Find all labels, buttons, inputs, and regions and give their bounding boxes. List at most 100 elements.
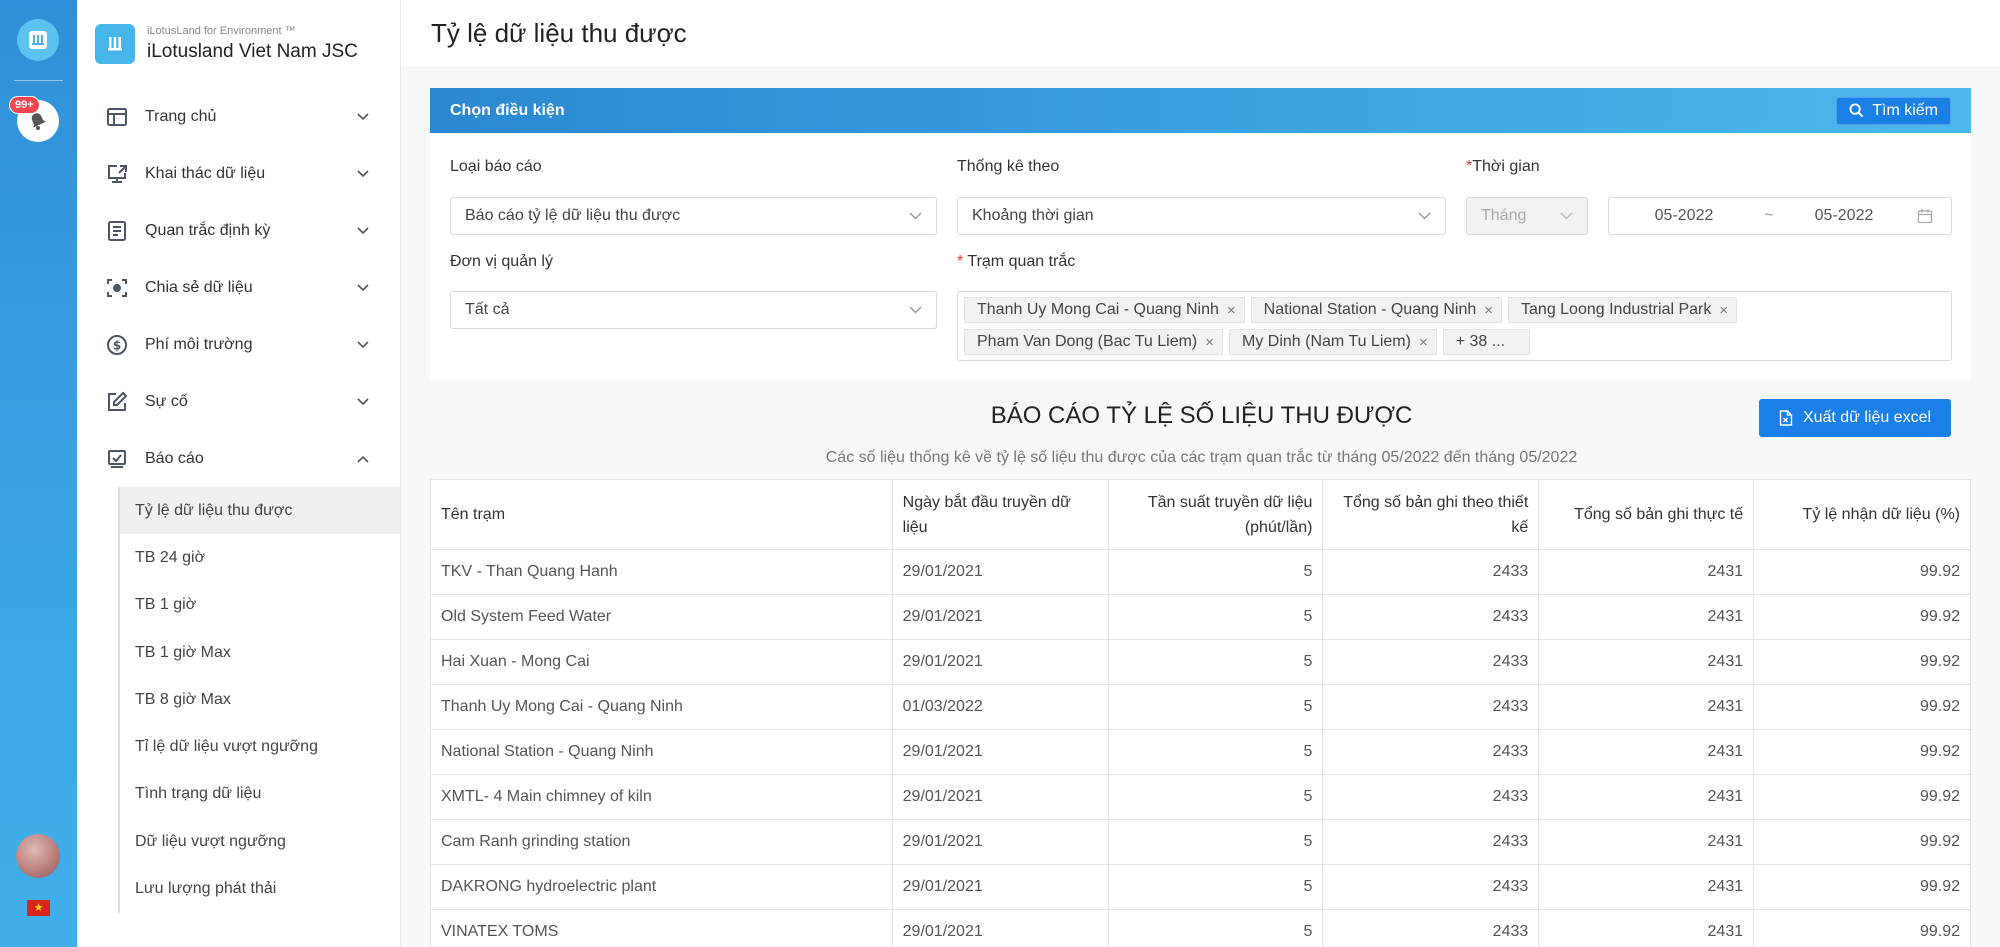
more-stations-tag[interactable]: + 38 ... <box>1442 329 1531 355</box>
menu-item-data-sharing[interactable]: Chia sẻ dữ liệu <box>77 259 400 316</box>
report-submenu: Tỷ lệ dữ liệu thu được TB 24 giờ TB 1 gi… <box>118 487 400 913</box>
actual-records-cell: 2431 <box>1538 684 1755 730</box>
designed-records-cell: 2433 <box>1322 819 1540 865</box>
designed-records-cell: 2433 <box>1322 909 1540 947</box>
report-type-select[interactable]: Báo cáo tỷ lệ dữ liệu thu được <box>450 197 937 235</box>
date-to[interactable]: 05-2022 <box>1779 207 1909 225</box>
actual-records-cell: 2431 <box>1538 864 1755 910</box>
designed-records-cell: 2433 <box>1322 774 1540 820</box>
submenu-item-avg-8h-max[interactable]: TB 8 giờ Max <box>120 676 400 723</box>
menu-item-environment-fee[interactable]: $ Phí môi trường <box>77 316 400 373</box>
submenu-item-data-status[interactable]: Tình trạng dữ liệu <box>120 771 400 818</box>
sidebar: iLotusLand for Environment ™ iLotusland … <box>77 0 401 947</box>
receive-rate-cell: 99.92 <box>1753 729 1971 775</box>
main-content: Tỷ lệ dữ liệu thu được Chọn điều kiện Tì… <box>401 0 2000 947</box>
user-avatar[interactable] <box>16 834 60 878</box>
station-name-cell: DAKRONG hydroelectric plant <box>430 864 893 910</box>
page-header: Tỷ lệ dữ liệu thu được <box>401 0 2000 68</box>
export-button-label: Xuất dữ liệu excel <box>1802 409 1932 426</box>
start-date-cell: 29/01/2021 <box>891 774 1109 820</box>
submenu-item-exceed-rate[interactable]: Tỉ lệ dữ liệu vượt ngưỡng <box>120 723 400 770</box>
actual-records-cell: 2431 <box>1538 819 1755 865</box>
submenu-item-avg-24h[interactable]: TB 24 giờ <box>120 534 400 581</box>
filter-card: Chọn điều kiện Tìm kiếm Loại báo cáo Báo… <box>430 88 1971 380</box>
notification-badge: 99+ <box>9 96 40 114</box>
time-unit-select[interactable]: Tháng <box>1466 197 1588 235</box>
menu-item-periodic-monitoring[interactable]: Quan trắc định kỳ <box>77 202 400 259</box>
receive-rate-cell: 99.92 <box>1753 819 1971 865</box>
chevron-down-icon <box>909 306 922 314</box>
frequency-cell: 5 <box>1107 864 1324 910</box>
start-date-cell: 29/01/2021 <box>891 819 1109 865</box>
report-table: Tên trạm Ngày bắt đầu truyền dữ liệu Tần… <box>430 479 1971 947</box>
chevron-down-icon <box>1560 212 1573 220</box>
actual-records-cell: 2431 <box>1538 549 1755 595</box>
edit-icon <box>105 390 129 414</box>
app-logo-icon[interactable] <box>17 19 59 61</box>
menu-item-incident[interactable]: Sự cố <box>77 373 400 430</box>
menu-label: Sự cố <box>145 392 188 410</box>
table-row: Cam Ranh grinding station 29/01/2021 5 2433… <box>430 819 1971 865</box>
station-tag: My Dinh (Nam Tu Liem) × <box>1229 329 1437 355</box>
frequency-cell: 5 <box>1107 639 1324 685</box>
report-type-label: Loại báo cáo <box>450 158 542 175</box>
receive-rate-cell: 99.92 <box>1753 639 1971 685</box>
brand[interactable]: iLotusLand for Environment ™ iLotusland … <box>77 0 400 88</box>
table-row: DAKRONG hydroelectric plant 29/01/2021 5 24… <box>430 864 1971 910</box>
close-icon[interactable]: × <box>1419 334 1428 351</box>
frequency-cell: 5 <box>1107 819 1324 865</box>
close-icon[interactable]: × <box>1484 302 1493 319</box>
menu-item-data-mining[interactable]: Khai thác dữ liệu <box>77 145 400 202</box>
menu-item-home[interactable]: Trang chủ <box>77 88 400 145</box>
report-title: BÁO CÁO TỶ LỆ SỐ LIỆU THU ĐƯỢC <box>990 402 1413 429</box>
start-date-cell: 29/01/2021 <box>891 639 1109 685</box>
submenu-item-emission-flow[interactable]: Lưu lượng phát thải <box>120 865 400 912</box>
close-icon[interactable]: × <box>1719 302 1728 319</box>
submenu-item-exceeded-data[interactable]: Dữ liệu vượt ngưỡng <box>120 818 400 865</box>
station-multiselect[interactable]: Thanh Uy Mong Cai - Quang Ninh × National… <box>957 291 1952 361</box>
station-tag: National Station - Quang Ninh × <box>1250 297 1503 323</box>
submenu-item-avg-1h[interactable]: TB 1 giờ <box>120 582 400 629</box>
date-from[interactable]: 05-2022 <box>1609 207 1759 225</box>
search-button[interactable]: Tìm kiếm <box>1836 96 1951 125</box>
file-excel-icon <box>1779 410 1793 426</box>
start-date-cell: 01/03/2022 <box>891 684 1109 730</box>
date-separator: ~ <box>1764 207 1774 224</box>
close-icon[interactable]: × <box>1205 334 1214 351</box>
submenu-item-avg-1h-max[interactable]: TB 1 giờ Max <box>120 629 400 676</box>
page-title: Tỷ lệ dữ liệu thu được <box>431 18 687 48</box>
frequency-cell: 5 <box>1107 909 1324 947</box>
actual-records-cell: 2431 <box>1538 909 1755 947</box>
menu-label: Quan trắc định kỳ <box>145 221 271 239</box>
stat-by-label: Thống kê theo <box>957 158 1060 175</box>
vietnam-flag-icon[interactable]: ★ <box>27 900 50 916</box>
table-row: Hai Xuan - Mong Cai 29/01/2021 5 2433 2431 99… <box>430 639 1971 685</box>
focus-icon <box>105 276 129 300</box>
export-excel-button[interactable]: Xuất dữ liệu excel <box>1759 399 1951 437</box>
layout-icon <box>105 105 129 129</box>
stat-by-select[interactable]: Khoảng thời gian <box>957 197 1446 235</box>
submenu-item-received-data-rate[interactable]: Tỷ lệ dữ liệu thu được <box>120 487 400 535</box>
svg-text:$: $ <box>113 338 121 352</box>
station-name-cell: Old System Feed Water <box>430 594 893 640</box>
chevron-down-icon <box>909 212 922 220</box>
table-row: Thanh Uy Mong Cai - Quang Ninh 01/03/2022… <box>430 684 1971 730</box>
calendar-icon <box>1917 209 1933 224</box>
receive-rate-cell: 99.92 <box>1753 909 1971 947</box>
station-name-cell: Thanh Uy Mong Cai - Quang Ninh <box>430 684 893 730</box>
dollar-icon: $ <box>105 333 129 357</box>
menu-label: Khai thác dữ liệu <box>145 164 266 182</box>
actual-records-cell: 2431 <box>1538 594 1755 640</box>
unit-select[interactable]: Tất cả <box>450 291 937 329</box>
brand-subtitle: iLotusLand for Environment ™ <box>147 25 296 37</box>
report-subtitle: Các số liệu thống kê về tỷ lệ số liệu th… <box>825 449 1578 466</box>
search-icon <box>1849 103 1864 118</box>
column-header: Tổng số bản ghi theo thiết kế <box>1322 479 1540 550</box>
close-icon[interactable]: × <box>1227 302 1236 319</box>
menu-label: Trang chủ <box>145 107 217 125</box>
chevron-up-icon <box>356 452 370 466</box>
brand-logo-icon <box>95 24 135 64</box>
menu-item-report[interactable]: Báo cáo <box>77 430 400 487</box>
date-range-picker[interactable]: 05-2022 ~ 05-2022 <box>1608 197 1952 235</box>
chevron-down-icon <box>356 395 370 409</box>
